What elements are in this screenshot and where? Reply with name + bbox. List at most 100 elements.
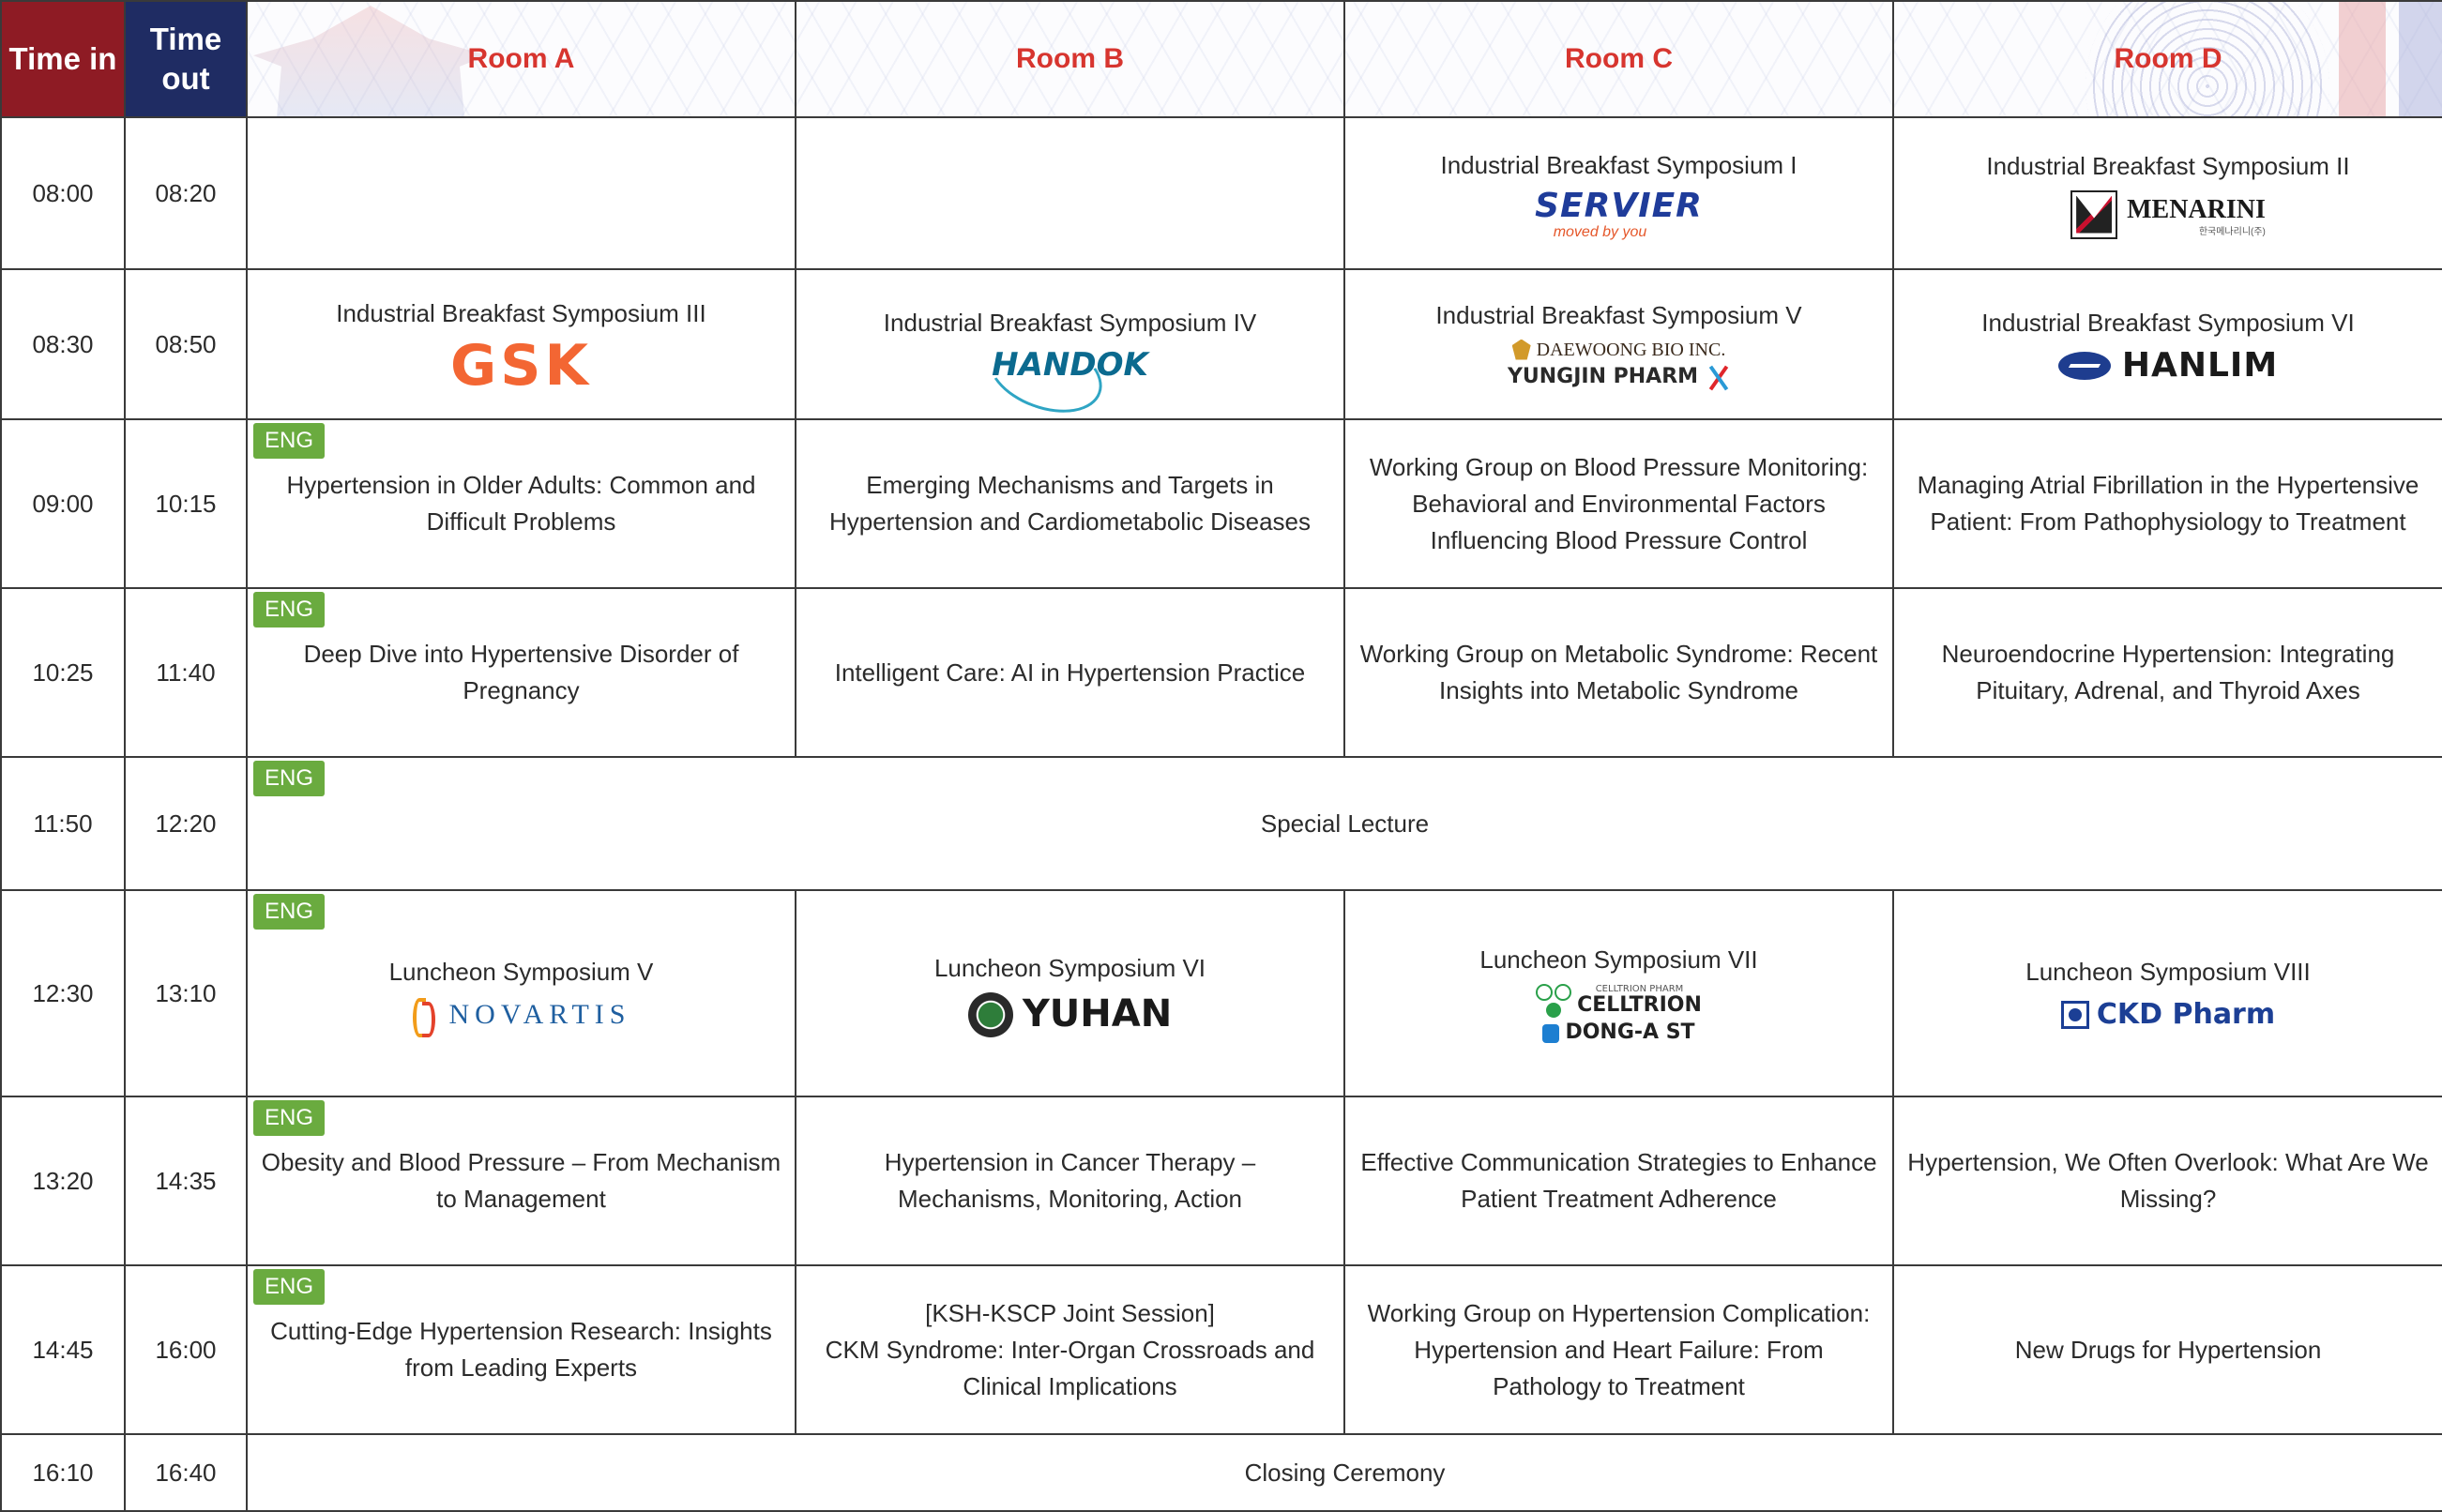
session-cell[interactable]: Hypertension in Cancer Therapy – Mechani… [795,1096,1345,1266]
session-cell[interactable]: New Drugs for Hypertension [1892,1264,2442,1435]
schedule-row: 10:25 11:40 ENG Deep Dive into Hypertens… [0,587,2442,758]
session-cell[interactable]: Luncheon Symposium VIII CKD Pharm [1892,889,2442,1097]
session-title: Industrial Breakfast Symposium VI [1981,309,2355,337]
session-cell[interactable]: Industrial Breakfast Symposium VI HANLIM [1892,268,2442,420]
time-in-cell: 14:45 [0,1264,126,1435]
session-title: Industrial Breakfast Symposium III [336,298,706,327]
session-cell[interactable]: Working Group on Blood Pressure Monitori… [1343,418,1894,589]
handok-logo: HANDOK [796,319,1343,428]
session-title: Luncheon Symposium VIII [2025,958,2311,986]
menarini-logo: MENARINI 한국메나리니(주) [1894,189,2442,239]
session-title: New Drugs for Hypertension [2014,1335,2322,1364]
session-cell-full-width[interactable]: Closing Ceremony [246,1433,2442,1512]
session-cell[interactable]: ENG Cutting-Edge Hypertension Research: … [246,1264,796,1435]
time-in-cell: 08:30 [0,268,126,420]
logo-subtext: 한국메나리니(주) [2198,227,2266,237]
session-title: Obesity and Blood Pressure – From Mechan… [261,1148,781,1213]
menarini-mark-icon [2070,189,2118,239]
time-out-cell: 14:35 [124,1096,248,1266]
session-title: Emerging Mechanisms and Targets in Hyper… [828,471,1312,536]
session-cell[interactable]: Intelligent Care: AI in Hypertension Pra… [795,587,1345,758]
session-title: CKM Syndrome: Inter-Organ Crossroads and… [825,1335,1315,1400]
eng-badge: ENG [253,592,326,627]
session-cell[interactable]: Industrial Breakfast Symposium III GSK [246,268,796,420]
session-title: Industrial Breakfast Symposium I [1440,150,1797,179]
session-cell[interactable]: Effective Communication Strategies to En… [1343,1096,1894,1266]
session-cell[interactable]: ENG Deep Dive into Hypertensive Disorder… [246,587,796,758]
celltrion-dot-icon [1536,984,1554,1002]
time-in-cell: 10:25 [0,587,126,758]
room-label: Room D [2114,43,2222,74]
session-cell[interactable]: Managing Atrial Fibrillation in the Hype… [1892,418,2442,589]
logo-text: YUHAN [1022,992,1173,1036]
time-in-cell: 13:20 [0,1096,126,1266]
sponsor-logos: CELLTRION PHARM CELLTRION DONG-A ST [1345,984,1892,1044]
logo-text: CKD Pharm [2096,998,2276,1031]
room-label: Room B [1016,43,1124,74]
hanlim-mark-icon [2057,351,2111,380]
time-in-cell: 16:10 [0,1433,126,1512]
schedule-row: 09:00 10:15 ENG Hypertension in Older Ad… [0,418,2442,589]
schedule-row: 11:50 12:20 ENG Special Lecture [0,756,2442,891]
session-cell[interactable]: [KSH-KSCP Joint Session] CKM Syndrome: I… [795,1264,1345,1435]
session-title: Hypertension in Cancer Therapy – Mechani… [884,1148,1256,1213]
session-cell[interactable]: Luncheon Symposium VI YUHAN [795,889,1345,1097]
logo-tagline: moved by you [1553,223,1647,240]
session-title: Luncheon Symposium V [388,958,654,986]
session-title: Closing Ceremony [1244,1458,1446,1487]
novartis-flame-icon [411,997,436,1037]
eng-badge: ENG [253,761,326,796]
eng-badge: ENG [253,1100,326,1136]
eng-badge: ENG [253,894,326,930]
session-cell[interactable]: Neuroendocrine Hypertension: Integrating… [1892,587,2442,758]
session-cell[interactable]: ENG Obesity and Blood Pressure – From Me… [246,1096,796,1266]
room-a-header: Room A [246,0,796,118]
session-cell[interactable]: ENG Hypertension in Older Adults: Common… [246,418,796,589]
session-cell[interactable]: Working Group on Metabolic Syndrome: Rec… [1343,587,1894,758]
session-cell[interactable]: Hypertension, We Often Overlook: What Ar… [1892,1096,2442,1266]
novartis-logo: NOVARTIS [248,996,795,1037]
daewoong-mark-icon [1511,339,1531,360]
logo-text: DONG-A ST [1565,1021,1695,1045]
session-title-prefix: [KSH-KSCP Joint Session] [925,1298,1215,1327]
session-cell[interactable]: Luncheon Symposium VII CELLTRION PHARM CE… [1343,889,1894,1097]
time-out-cell: 08:20 [124,116,248,270]
hanlim-logo: HANLIM [1894,347,2442,384]
room-d-header: Room D [1892,0,2442,118]
session-cell-empty [246,116,796,270]
session-cell[interactable]: Working Group on Hypertension Complicati… [1343,1264,1894,1435]
session-cell[interactable]: Emerging Mechanisms and Targets in Hyper… [795,418,1345,589]
celltrion-logo: CELLTRION PHARM CELLTRION [1536,984,1702,1019]
gsk-logo: GSK [450,332,592,399]
time-in-cell: 08:00 [0,116,126,270]
session-cell[interactable]: Industrial Breakfast Symposium V DAEWOON… [1343,268,1894,420]
time-in-cell: 09:00 [0,418,126,589]
schedule-row: 12:30 13:10 ENG Luncheon Symposium V NOV… [0,889,2442,1097]
time-out-cell: 11:40 [124,587,248,758]
eng-badge: ENG [253,423,326,459]
yungjin-mark-icon [1706,364,1730,392]
yuhan-tree-icon [967,991,1013,1037]
session-title: Cutting-Edge Hypertension Research: Insi… [270,1317,772,1382]
schedule-row: 08:00 08:20 Industrial Breakfast Symposi… [0,116,2442,270]
session-title: Managing Atrial Fibrillation in the Hype… [1917,471,2419,536]
session-cell[interactable]: ENG Luncheon Symposium V NOVARTIS [246,889,796,1097]
session-cell[interactable]: Industrial Breakfast Symposium I SERVIER… [1343,116,1894,270]
logo-text: SERVIER [1535,186,1703,225]
time-out-cell: 10:15 [124,418,248,589]
logo-text: YUNGJIN PHARM [1507,365,1699,389]
logo-text: HANLIM [2121,346,2279,385]
logo-text: NOVARTIS [448,999,631,1030]
session-cell-full-width[interactable]: ENG Special Lecture [246,756,2442,891]
room-c-header: Room C [1343,0,1894,118]
session-cell[interactable]: Industrial Breakfast Symposium II MENARI… [1892,116,2442,270]
servier-logo: SERVIER moved by you [1345,189,1892,240]
daewoong-logo: DAEWOONG BIO INC. [1511,339,1725,360]
logo-text: CELLTRION [1577,993,1702,1018]
ckd-mark-icon [2060,1000,2089,1029]
session-title: Hypertension in Older Adults: Common and… [286,471,756,536]
session-title: Working Group on Blood Pressure Monitori… [1369,452,1869,554]
stripe-graphic [2399,3,2441,115]
session-title: Industrial Breakfast Symposium II [1986,151,2350,180]
session-cell[interactable]: Industrial Breakfast Symposium IV HANDOK [795,268,1345,428]
